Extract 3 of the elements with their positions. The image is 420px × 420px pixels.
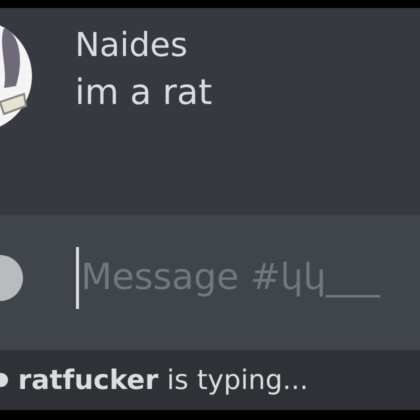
username[interactable]: Naides [75,22,212,68]
typing-indicator: ratfucker is typing... [18,364,308,396]
message-text: im a rat [75,72,212,115]
